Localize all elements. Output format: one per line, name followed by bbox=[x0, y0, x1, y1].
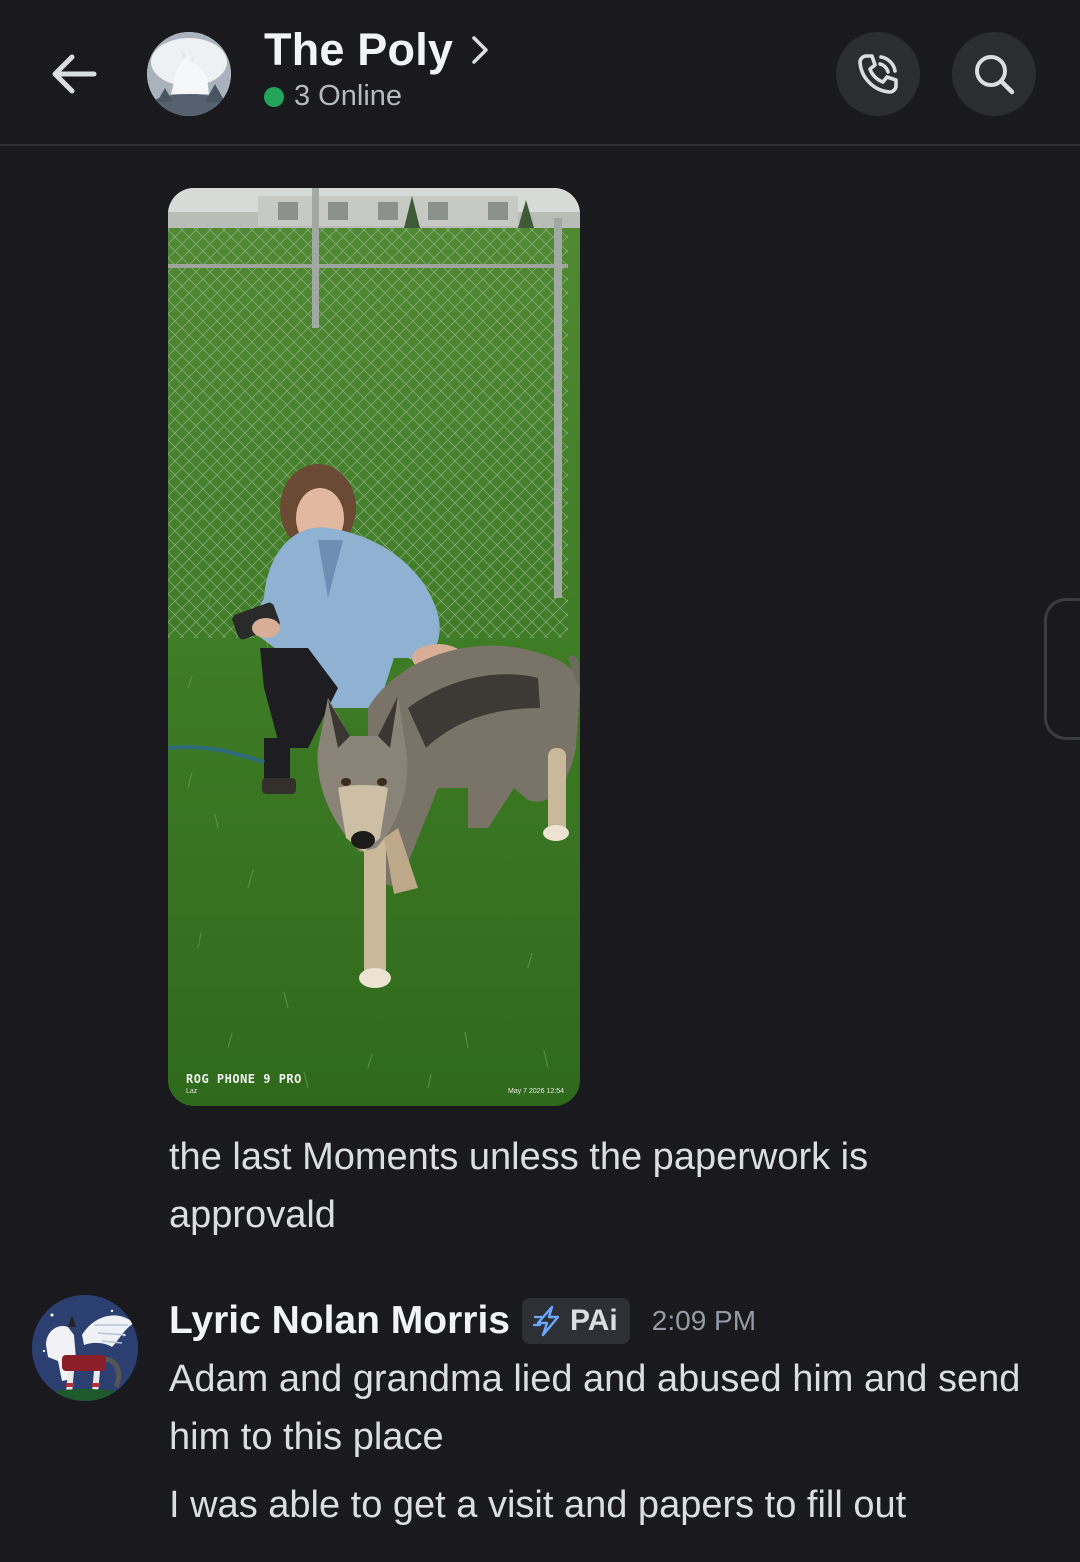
pegasus-avatar-image bbox=[32, 1295, 138, 1401]
chevron-right-icon bbox=[471, 35, 489, 65]
back-button[interactable] bbox=[44, 44, 104, 104]
online-dot-icon bbox=[264, 86, 284, 107]
image-attachment[interactable]: ROG PHONE 9 PRO Laz May 7 2026 12:54 bbox=[168, 188, 580, 1106]
online-status: 3 Online bbox=[264, 80, 489, 113]
online-count: 3 Online bbox=[294, 80, 403, 112]
channel-header: The Poly 3 Online bbox=[0, 0, 1080, 146]
camera-watermark: ROG PHONE 9 PRO bbox=[186, 1072, 302, 1086]
message-header: Lyric Nolan Morris PAi 2:09 PM bbox=[169, 1298, 756, 1344]
voice-call-button[interactable] bbox=[836, 32, 920, 116]
photo-date-stamp: May 7 2026 12:54 bbox=[507, 1088, 564, 1095]
channel-title-row[interactable]: The Poly bbox=[264, 24, 489, 76]
lightning-icon bbox=[532, 1305, 560, 1337]
message-line: Adam and grandma lied and abused him and… bbox=[169, 1358, 1021, 1458]
server-avatar[interactable] bbox=[147, 32, 231, 116]
user-avatar[interactable] bbox=[32, 1295, 138, 1401]
attachment-photo bbox=[168, 188, 580, 1106]
back-arrow-icon bbox=[52, 54, 97, 94]
chat-screen: The Poly 3 Online ROG PHONE 9 PRO Laz Ma… bbox=[0, 0, 1080, 1562]
guild-tag-badge[interactable]: PAi bbox=[521, 1298, 630, 1344]
message-line: I was able to get a visit and papers to … bbox=[169, 1484, 907, 1526]
message-timestamp: 2:09 PM bbox=[651, 1305, 757, 1336]
side-drawer-handle[interactable] bbox=[1044, 598, 1080, 740]
search-button[interactable] bbox=[952, 32, 1036, 116]
wolf-avatar-image bbox=[147, 32, 231, 116]
phone-call-icon bbox=[858, 54, 898, 94]
search-icon bbox=[975, 55, 1015, 95]
author-name[interactable]: Lyric Nolan Morris bbox=[169, 1299, 510, 1343]
channel-info[interactable]: The Poly 3 Online bbox=[264, 24, 489, 113]
camera-watermark-sub: Laz bbox=[186, 1088, 198, 1095]
channel-title: The Poly bbox=[264, 24, 454, 75]
guild-tag-label: PAi bbox=[569, 1304, 618, 1337]
message-caption: the last Moments unless the paperwork is… bbox=[169, 1136, 869, 1236]
